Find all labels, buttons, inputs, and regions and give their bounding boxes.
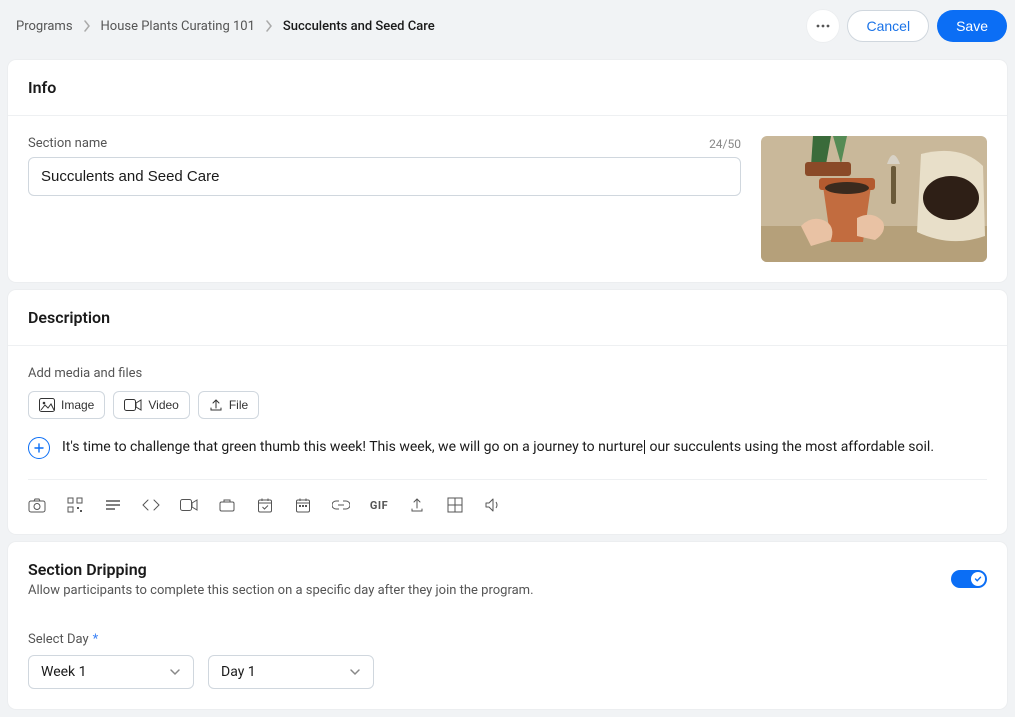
more-menu-button[interactable] [807,10,839,42]
add-file-label: File [229,398,248,412]
page-header: Programs House Plants Curating 101 Succu… [0,0,1015,52]
briefcase-icon[interactable] [218,496,236,514]
editor-toolbar: GIF [28,480,987,514]
media-label: Add media and files [28,366,987,381]
media-buttons: Image Video File [28,391,987,419]
camera-icon[interactable] [28,496,46,514]
week-select[interactable]: Week 1 [28,655,194,689]
video2-icon[interactable] [180,496,198,514]
breadcrumb-current: Succulents and Seed Care [283,19,435,34]
description-editor[interactable]: It's time to challenge that green thumb … [62,437,987,458]
description-text-after: our succulents using the most affordable… [646,439,934,455]
breadcrumb-course[interactable]: House Plants Curating 101 [101,19,255,34]
toggle-knob [971,572,985,586]
day-select[interactable]: Day 1 [208,655,374,689]
chevron-right-icon [265,20,273,32]
dripping-card: Section Dripping Allow participants to c… [8,542,1007,709]
image-icon [39,398,55,412]
calendar-check-icon[interactable] [256,496,274,514]
code-icon[interactable] [142,496,160,514]
info-card: Info Section name 24/50 [8,60,1007,282]
section-name-label: Section name [28,136,107,151]
add-block-button[interactable] [28,437,50,459]
link-icon[interactable] [332,496,350,514]
add-image-button[interactable]: Image [28,391,105,419]
info-heading: Info [8,60,1007,116]
add-image-label: Image [61,398,94,412]
sound-icon[interactable] [484,496,502,514]
dripping-subtitle: Allow participants to complete this sect… [28,583,534,598]
breadcrumb-programs[interactable]: Programs [16,19,73,34]
more-horizontal-icon [816,24,830,28]
section-name-char-count: 24/50 [709,137,741,151]
dripping-heading: Section Dripping [28,560,534,579]
gif-icon[interactable]: GIF [370,496,388,514]
breadcrumb: Programs House Plants Curating 101 Succu… [16,19,435,34]
cancel-button[interactable]: Cancel [847,10,929,42]
required-asterisk: * [93,632,99,647]
upload-icon [209,398,223,412]
video-icon [124,399,142,411]
day-select-value: Day 1 [221,664,256,680]
add-video-label: Video [148,398,178,412]
header-actions: Cancel Save [807,10,1007,42]
chevron-right-icon [83,20,91,32]
week-select-value: Week 1 [41,664,87,680]
chevron-down-icon [169,668,181,676]
plus-icon [34,443,44,453]
upload2-icon[interactable] [408,496,426,514]
qr-icon[interactable] [66,496,84,514]
select-day-label: Select Day [28,632,89,647]
calendar-icon[interactable] [294,496,312,514]
add-file-button[interactable]: File [198,391,259,419]
section-thumbnail[interactable] [761,136,987,262]
description-heading: Description [8,290,1007,346]
section-name-input[interactable] [28,157,741,196]
add-video-button[interactable]: Video [113,391,189,419]
list-icon[interactable] [104,496,122,514]
dripping-toggle[interactable] [951,570,987,588]
save-button[interactable]: Save [937,10,1007,42]
description-card: Description Add media and files Image Vi… [8,290,1007,534]
grid-icon[interactable] [446,496,464,514]
check-icon [974,575,982,583]
chevron-down-icon [349,668,361,676]
description-text-before: It's time to challenge that green thumb … [62,439,643,455]
